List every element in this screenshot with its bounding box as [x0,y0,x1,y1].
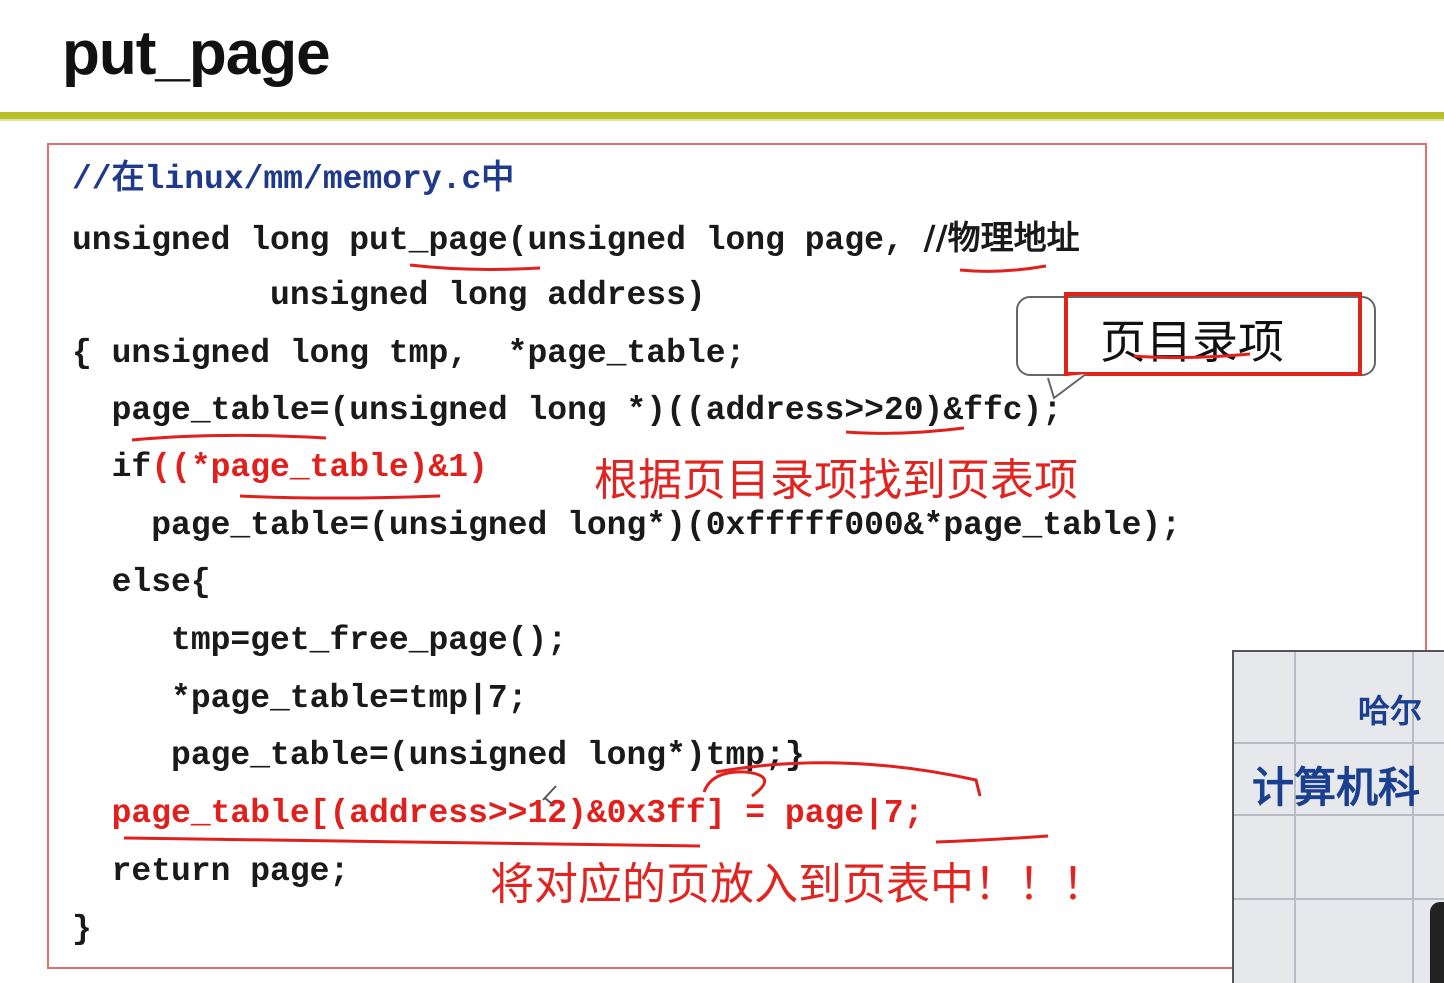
arc-to-page [715,761,982,797]
pen-cursor-icon [542,785,557,805]
video-sign-line2: 计算机科 [1252,763,1421,812]
underline-callout [1133,352,1251,360]
lecturer-figure [1430,902,1444,983]
lecturer-video-overlay: 哈尔 计算机科 [1232,650,1444,983]
underline-put-page [409,263,541,271]
underline-page-table-line12 [123,836,701,848]
bubble-tail [1047,373,1087,400]
video-sign-line1: 哈尔 [1358,692,1423,730]
underline-page-or7 [935,834,1049,844]
hand-annotations [123,263,1251,848]
underline-page-param [959,264,1047,273]
underline-if-cond [239,494,441,500]
arc-mask [702,770,766,798]
underline-address [845,426,965,435]
underline-page-table [131,433,327,442]
